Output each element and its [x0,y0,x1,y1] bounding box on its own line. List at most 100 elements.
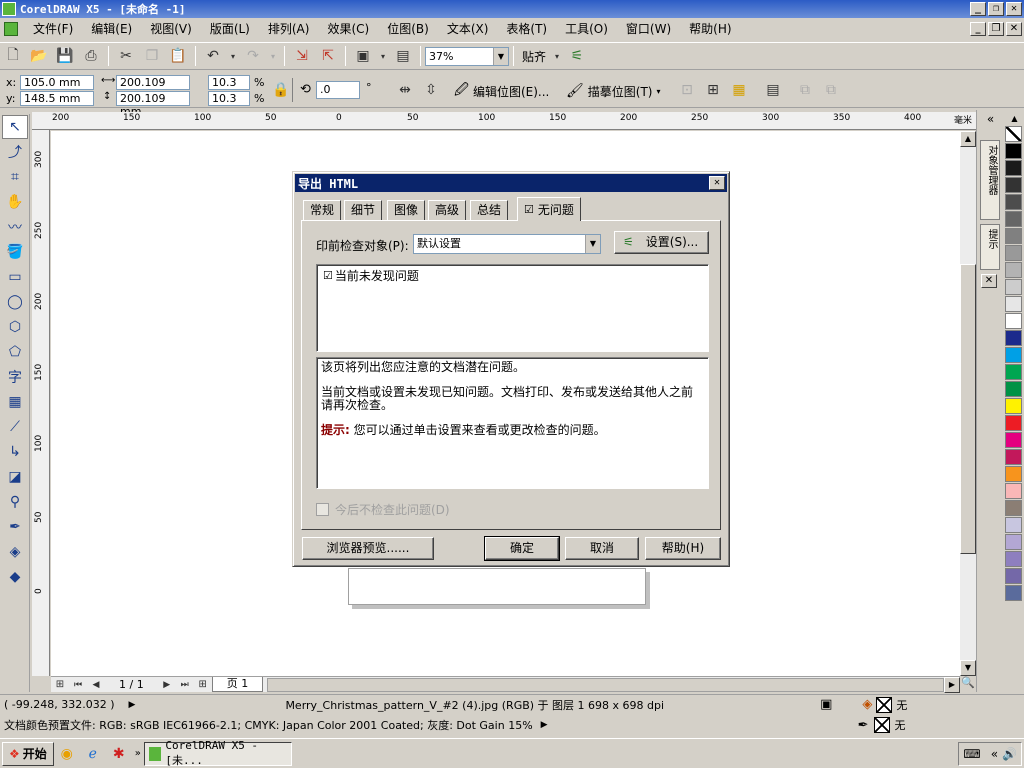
color-swatch[interactable] [1005,517,1022,533]
color-profile-info[interactable]: 文档颜色预置文件: RGB: sRGB IEC61966-2.1; CMYK: … [4,717,533,733]
doc-minimize-button[interactable]: _ [970,22,986,36]
ok-button[interactable]: 确定 [484,536,560,561]
basic-shapes-icon[interactable]: ⬠ [2,340,28,364]
resample-icon[interactable]: ⊞ [702,79,724,101]
tab-advanced[interactable]: 高级 [428,200,467,220]
crop-tool-icon[interactable]: ⌗ [2,165,28,189]
to-back-icon[interactable]: ⧉ [820,79,842,101]
tab-images[interactable]: 图像 [387,200,426,220]
color-swatch[interactable] [1005,194,1022,210]
tray-expand-icon[interactable]: « [991,747,998,761]
menu-item-1[interactable]: 编辑(E) [82,19,141,39]
doc-close-button[interactable]: ✕ [1006,22,1022,36]
save-icon[interactable]: 💾 [54,45,76,67]
shape-tool-icon[interactable]: ⤴ [2,140,28,164]
cancel-button[interactable]: 取消 [565,537,639,560]
x-position-field[interactable]: 105.0 mm [20,75,94,90]
zoom-navigator-icon[interactable]: 🔍 [960,676,976,692]
color-swatch[interactable] [1005,449,1022,465]
color-swatch[interactable] [1005,534,1022,550]
scroll-up-icon[interactable]: ▲ [960,131,976,147]
browser-preview-button[interactable]: 浏览器预览...... [302,537,434,560]
chrome-icon[interactable]: ◉ [56,743,78,765]
start-button[interactable]: ❖ 开始 [2,741,54,766]
quicklaunch-icon[interactable]: ✱ [108,743,130,765]
chevron-down-icon[interactable]: ▼ [493,47,508,65]
cut-icon[interactable]: ✂ [115,45,137,67]
minimize-button[interactable]: _ [970,2,986,16]
docker-tab-object-manager[interactable]: 对象管理器 [980,140,1000,220]
ie-icon[interactable]: ℯ [82,743,104,765]
snap-to-label[interactable]: 贴齐 [518,48,550,65]
taskbar-coreldraw-item[interactable]: CorelDRAW X5 - [未... [143,739,292,767]
vertical-scrollbar[interactable]: ▲ ▼ [960,131,976,676]
doc-restore-button[interactable]: ❐ [988,22,1004,36]
mirror-horizontal-icon[interactable]: ⇹ [394,79,416,101]
to-front-icon[interactable]: ⧉ [794,79,816,101]
page-tab[interactable]: 页 1 [211,677,264,692]
color-swatch[interactable] [1005,177,1022,193]
menu-item-7[interactable]: 文本(X) [438,19,498,39]
prev-page-icon[interactable]: ◀ [89,674,103,696]
rotation-angle-field[interactable]: .0 [316,81,360,99]
horizontal-ruler[interactable]: 毫米 200 150 100 50 0 50 100 150 200 250 300 350 400 [32,112,976,130]
issues-list[interactable]: ☑ 当前未发现问题 [316,264,709,352]
interactive-fill-icon[interactable]: ◆ [2,565,28,589]
bitmap-color-mask-icon[interactable]: ▦ [728,79,750,101]
color-swatch[interactable] [1005,483,1022,499]
crop-bitmap-icon[interactable]: ⊡ [676,79,698,101]
scroll-down-icon[interactable]: ▼ [960,660,976,676]
options-icon[interactable]: ⚟ [566,45,588,67]
menu-item-8[interactable]: 表格(T) [497,19,556,39]
dimension-tool-icon[interactable]: ⟋ [2,415,28,439]
color-swatch[interactable] [1005,330,1022,346]
vertical-scroll-thumb[interactable] [960,264,976,554]
dialog-close-button[interactable]: ✕ [709,176,725,190]
color-swatch[interactable] [1005,500,1022,516]
copy-icon[interactable]: ❐ [141,45,163,67]
connector-tool-icon[interactable]: ↳ [2,440,28,464]
pan-tool-icon[interactable]: ✋ [2,190,28,214]
ellipse-tool-icon[interactable]: ◯ [2,290,28,314]
settings-button[interactable]: ⚟ 设置(S)... [614,231,709,254]
chevron-down-icon[interactable]: ▾ [656,87,660,96]
menu-item-5[interactable]: 效果(C) [318,19,378,39]
chevron-down-icon[interactable]: ▼ [585,235,600,253]
issue-list-item[interactable]: ☑ 当前未发现问题 [317,265,708,286]
rectangle-tool-icon[interactable]: ▭ [2,265,28,289]
pick-tool-icon[interactable]: ↖ [2,115,28,139]
color-swatch[interactable] [1005,551,1022,567]
color-swatch[interactable] [1005,466,1022,482]
precheck-select[interactable]: 默认设置 ▼ [413,234,601,254]
mirror-vertical-icon[interactable]: ⇳ [420,79,442,101]
docker-tab-hints[interactable]: 提示 [980,224,1000,270]
freehand-tool-icon[interactable]: 〰 [2,215,28,239]
collapse-docker-icon[interactable]: « [977,112,1004,126]
export-icon[interactable]: ⇱ [317,45,339,67]
app-launcher-dropdown-icon[interactable]: ▾ [378,45,388,67]
quicklaunch-more-icon[interactable]: » [135,748,141,759]
volume-icon[interactable]: 🔊 [1002,747,1017,761]
menu-item-4[interactable]: 排列(A) [259,19,319,39]
outline-pen-icon[interactable]: ✒ [2,515,28,539]
tab-summary[interactable]: 总结 [470,200,509,220]
color-swatch[interactable] [1005,432,1022,448]
dont-check-checkbox-row[interactable]: 今后不检查此问题(D) [316,501,450,518]
redo-dropdown-icon[interactable]: ▾ [268,45,278,67]
first-page-icon[interactable]: ⏮ [71,674,85,696]
close-docker-button[interactable]: ✕ [981,274,997,288]
color-swatch[interactable] [1005,313,1022,329]
color-swatch[interactable] [1005,415,1022,431]
lock-ratio-icon[interactable]: 🔒 [270,79,292,101]
tab-details[interactable]: 细节 [344,200,383,220]
color-swatch[interactable] [1005,568,1022,584]
edit-bitmap-button[interactable]: 🖉 编辑位图(E)... [454,81,549,101]
expand-status-icon[interactable]: ▶ [129,700,136,710]
color-swatch[interactable] [1005,211,1022,227]
color-swatch[interactable] [1005,262,1022,278]
palette-scroll-up-icon[interactable]: ▲ [1005,114,1024,126]
eyedropper-tool-icon[interactable]: ⚲ [2,490,28,514]
undo-icon[interactable]: ↶ [202,45,224,67]
last-page-icon[interactable]: ⏭ [178,674,192,696]
y-position-field[interactable]: 148.5 mm [20,91,94,106]
